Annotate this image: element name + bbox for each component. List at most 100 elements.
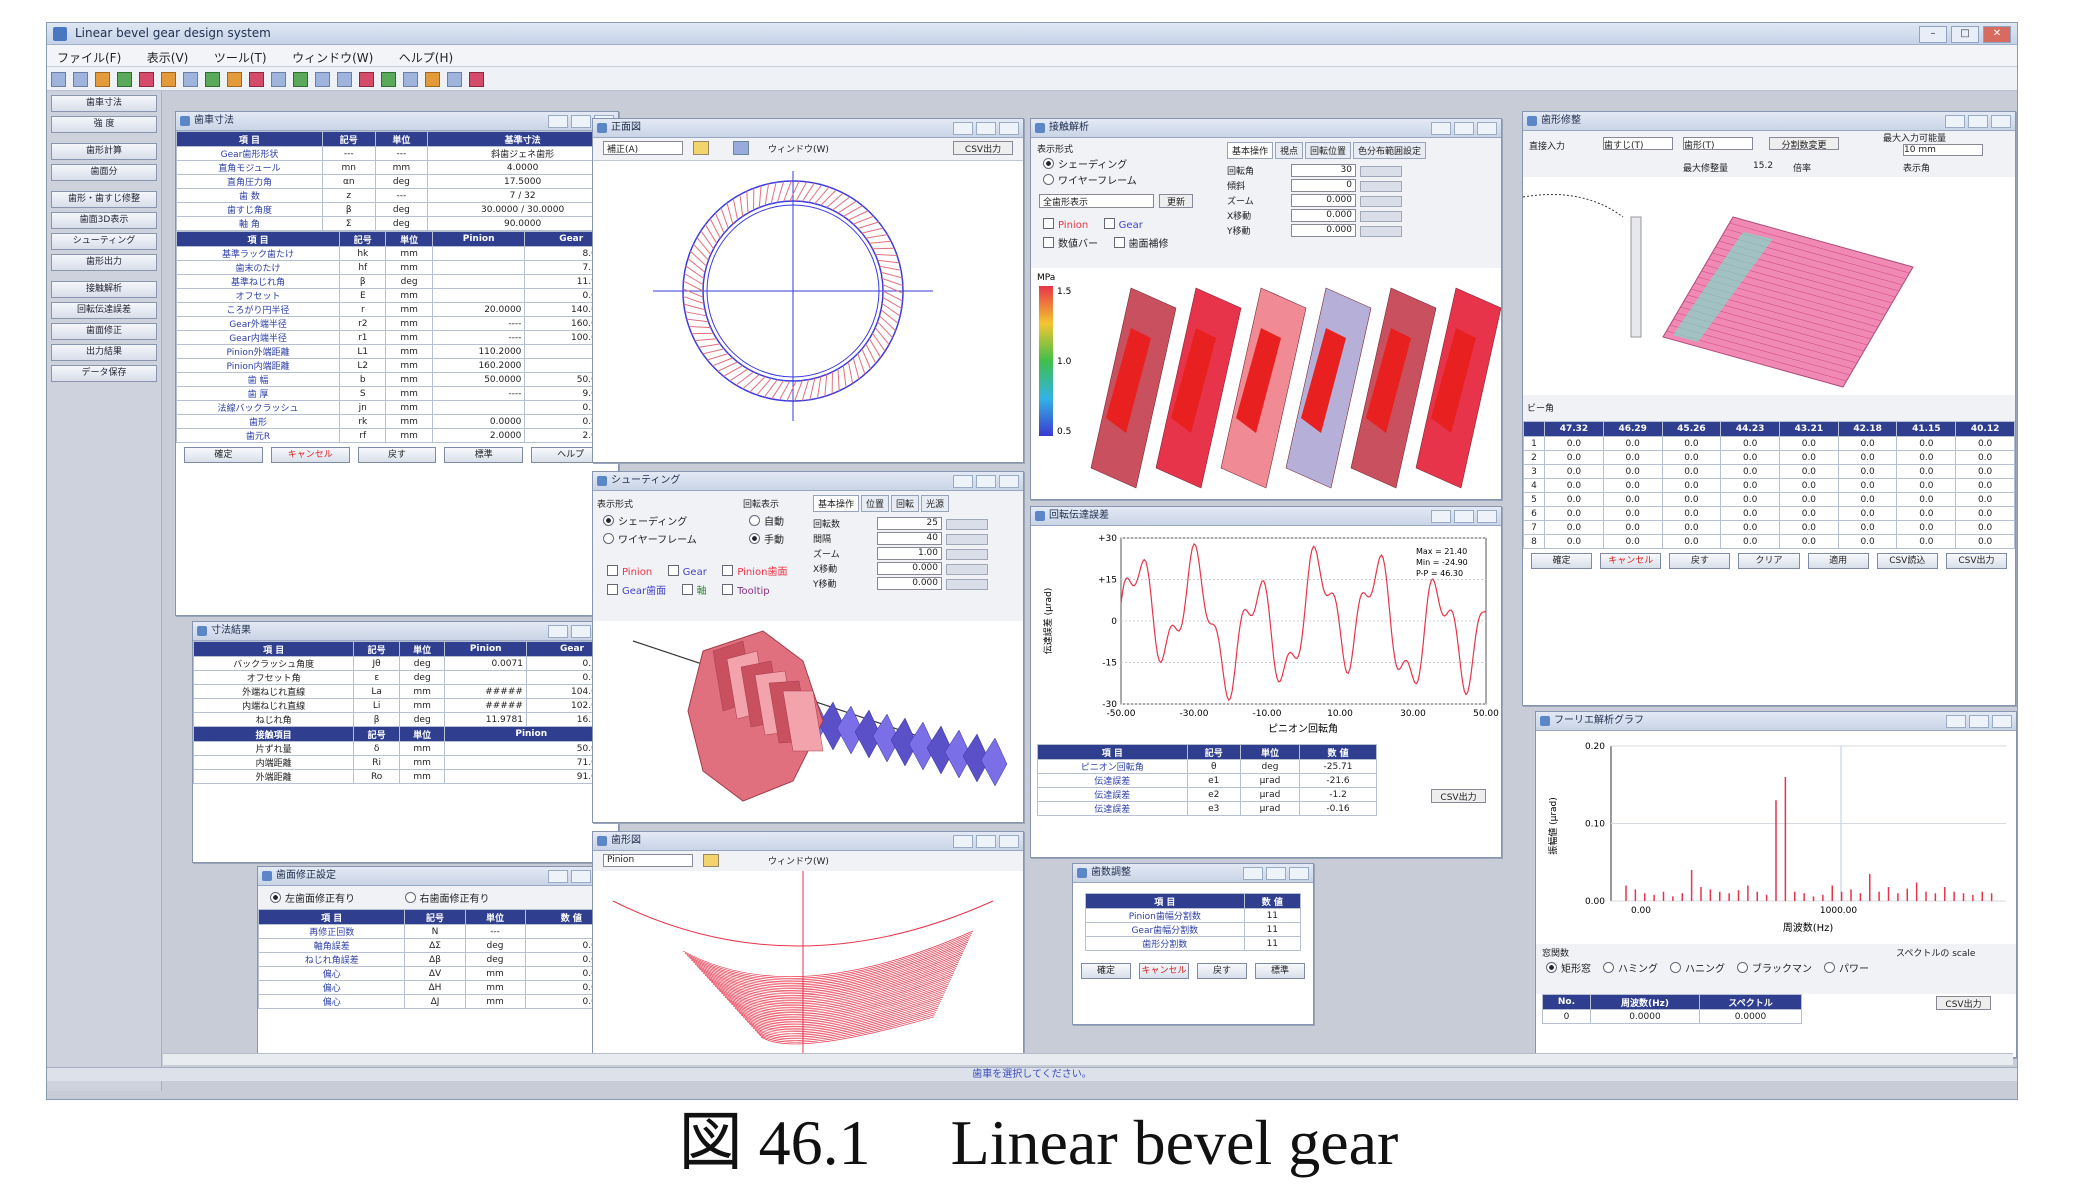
axis-check[interactable]: 軸 bbox=[681, 582, 707, 597]
cancel-button[interactable]: キャンセル bbox=[1139, 963, 1189, 979]
window-option-radio[interactable]: ブラックマン bbox=[1737, 962, 1812, 975]
value-bar-check[interactable]: 数値バー bbox=[1043, 235, 1098, 250]
wireframe-radio[interactable]: ワイヤーフレーム bbox=[603, 533, 697, 546]
grid-cell[interactable]: 0.0 bbox=[1837, 506, 1898, 521]
auto-radio[interactable]: 自動 bbox=[749, 515, 784, 528]
standard-button[interactable]: 標準 bbox=[444, 447, 524, 463]
grid-cell[interactable]: 0.0 bbox=[1661, 506, 1722, 521]
grid-cell[interactable]: 0.0 bbox=[1779, 520, 1839, 535]
nav-shooting[interactable]: シューティング bbox=[51, 233, 157, 250]
grid-cell[interactable]: 0.0 bbox=[1661, 450, 1722, 465]
grid-cell[interactable]: 0.0 bbox=[1661, 534, 1722, 549]
parameter-input[interactable]: 0.000 bbox=[877, 562, 942, 575]
parameter-slider[interactable] bbox=[946, 519, 988, 530]
menu-view[interactable]: 表示(V) bbox=[147, 49, 189, 66]
grid-cell[interactable]: 0.0 bbox=[1896, 520, 1957, 535]
grid-cell[interactable]: 0.0 bbox=[1779, 450, 1839, 465]
grid-cell[interactable]: 0.0 bbox=[1544, 436, 1604, 451]
csv-output-button[interactable]: CSV出力 bbox=[1936, 996, 1991, 1010]
nav-contact[interactable]: 接触解析 bbox=[51, 281, 157, 298]
nav-tooth-calc[interactable]: 歯形計算 bbox=[51, 143, 157, 160]
pinion-check[interactable]: Pinion bbox=[1043, 218, 1088, 231]
grid-cell[interactable]: 0.0 bbox=[1602, 534, 1663, 549]
tab-basic[interactable]: 基本操作 bbox=[1227, 142, 1274, 159]
nav-results[interactable]: 出力結果 bbox=[51, 344, 157, 361]
grid-cell[interactable]: 0.0 bbox=[1661, 492, 1722, 507]
tab-rotation[interactable]: 回転 bbox=[891, 495, 920, 512]
gear-check[interactable]: Gear bbox=[1103, 218, 1143, 231]
revert-button[interactable]: 戻す bbox=[1197, 963, 1247, 979]
update-button[interactable]: 更新 bbox=[1159, 194, 1193, 208]
grid-cell[interactable]: 0.0 bbox=[1896, 478, 1957, 493]
tab-rotation[interactable]: 回転位置 bbox=[1305, 142, 1352, 159]
horizontal-scrollbar[interactable] bbox=[163, 1053, 2013, 1065]
menu-help[interactable]: ヘルプ(H) bbox=[399, 49, 453, 66]
revert-button[interactable]: 戻す bbox=[1669, 553, 1731, 569]
display-select[interactable]: 全歯形表示 bbox=[1039, 194, 1154, 208]
grid-cell[interactable]: 0.0 bbox=[1720, 492, 1781, 507]
grid-cell[interactable]: 0.0 bbox=[1955, 506, 2015, 521]
confirm-button[interactable]: 確定 bbox=[184, 447, 263, 463]
window-option-radio[interactable]: ハミング bbox=[1603, 962, 1658, 975]
grid-cell[interactable]: 0.0 bbox=[1544, 534, 1604, 549]
open-icon[interactable] bbox=[73, 72, 88, 87]
grid-cell[interactable]: 0.0 bbox=[1955, 492, 2015, 507]
nav-save[interactable]: データ保存 bbox=[51, 365, 157, 382]
grid-cell[interactable]: 0.0 bbox=[1602, 464, 1663, 479]
grid-cell[interactable]: 0.0 bbox=[1955, 534, 2015, 549]
parameter-input[interactable]: 0.000 bbox=[877, 577, 942, 590]
grid-cell[interactable]: 0.0 bbox=[1544, 478, 1604, 493]
grid-cell[interactable]: 0.0 bbox=[1837, 478, 1898, 493]
nav-output[interactable]: 歯形出力 bbox=[51, 254, 157, 271]
grid-cell[interactable]: 0.0 bbox=[1896, 534, 1957, 549]
export-icon[interactable] bbox=[293, 72, 308, 87]
wireframe-radio[interactable]: ワイヤーフレーム bbox=[1043, 174, 1137, 187]
parameter-slider[interactable] bbox=[946, 534, 988, 545]
curve-icon[interactable] bbox=[381, 72, 396, 87]
grid-cell[interactable]: 0.0 bbox=[1720, 520, 1781, 535]
division-change-button[interactable]: 分割数変更 bbox=[1769, 137, 1839, 151]
grid-cell[interactable]: 0.0 bbox=[1544, 450, 1604, 465]
tab-position[interactable]: 位置 bbox=[861, 495, 890, 512]
maximize-button[interactable]: □ bbox=[1951, 26, 1979, 43]
confirm-button[interactable]: 確定 bbox=[1081, 963, 1131, 979]
print-icon[interactable] bbox=[117, 72, 132, 87]
parameter-slider[interactable] bbox=[1360, 211, 1402, 222]
fft-icon[interactable] bbox=[403, 72, 418, 87]
grid-cell[interactable]: 0.0 bbox=[1720, 534, 1781, 549]
tab-basic[interactable]: 基本操作 bbox=[813, 495, 860, 512]
tab-viewpoint[interactable]: 視点 bbox=[1275, 142, 1304, 159]
table-icon[interactable] bbox=[183, 72, 198, 87]
grid-cell[interactable]: 0.0 bbox=[1779, 492, 1839, 507]
parameter-input[interactable]: 0.000 bbox=[1291, 224, 1356, 237]
grid-cell[interactable]: 0.0 bbox=[1720, 450, 1781, 465]
settings-icon[interactable] bbox=[315, 72, 330, 87]
gear-check[interactable]: Gear bbox=[667, 565, 707, 578]
calc-icon[interactable] bbox=[425, 72, 440, 87]
grid-cell[interactable]: 0.0 bbox=[1837, 534, 1898, 549]
rotate-icon[interactable] bbox=[227, 72, 242, 87]
parameter-input[interactable]: 0.000 bbox=[1291, 194, 1356, 207]
nav-tooth-face[interactable]: 歯面分 bbox=[51, 164, 157, 181]
grid-cell[interactable]: 0.0 bbox=[1896, 464, 1957, 479]
shading-radio[interactable]: シェーディング bbox=[603, 515, 687, 528]
grid-cell[interactable]: 0.0 bbox=[1544, 506, 1604, 521]
grid-cell[interactable]: 0.0 bbox=[1955, 464, 2015, 479]
3d-icon[interactable] bbox=[205, 72, 220, 87]
grid-cell[interactable]: 0.0 bbox=[1661, 478, 1722, 493]
nav-te[interactable]: 回転伝達誤差 bbox=[51, 302, 157, 319]
pan-tool-icon[interactable] bbox=[733, 141, 749, 155]
window-option-radio[interactable]: ハニング bbox=[1670, 962, 1725, 975]
parameter-input[interactable]: 0.000 bbox=[1291, 209, 1356, 222]
grid-cell[interactable]: 0.0 bbox=[1837, 450, 1898, 465]
csv-read-button[interactable]: CSV読込 bbox=[1876, 553, 1938, 569]
save-icon[interactable] bbox=[95, 72, 110, 87]
grid-cell[interactable]: 0.0 bbox=[1602, 520, 1663, 535]
grid-cell[interactable]: 0.0 bbox=[1720, 436, 1781, 451]
menu-window[interactable]: ウィンドウ(W) bbox=[292, 49, 373, 66]
help-icon[interactable] bbox=[469, 72, 484, 87]
view-select[interactable]: 補正(A) bbox=[603, 141, 683, 155]
gear-select[interactable]: Pinion bbox=[603, 854, 693, 867]
copy-icon[interactable] bbox=[447, 72, 462, 87]
grid-cell[interactable]: 0.0 bbox=[1779, 436, 1839, 451]
